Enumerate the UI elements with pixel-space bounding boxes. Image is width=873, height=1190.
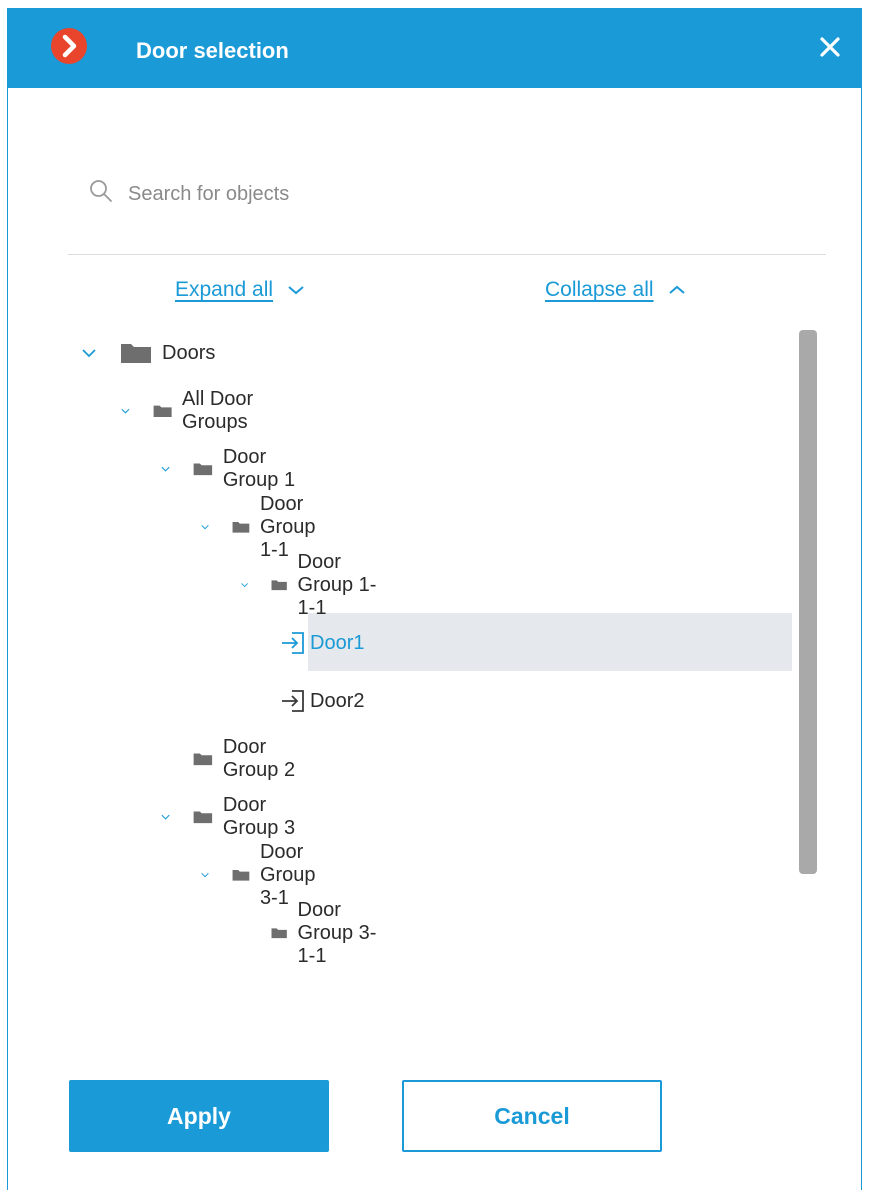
tree-item-label: Door Group 1-1-1 xyxy=(297,550,377,619)
tree-item-label: All Door Groups xyxy=(182,388,254,433)
folder-icon xyxy=(232,521,250,533)
cancel-button[interactable]: Cancel xyxy=(402,1080,662,1152)
door-enter-icon xyxy=(282,690,304,712)
tree-folder-item[interactable]: Door Group 1-1-1 xyxy=(240,551,378,619)
tree-item-label: Door Group 1 xyxy=(222,446,296,491)
tree-item-label: Door Group 3-1-1 xyxy=(297,898,377,967)
chevron-down-icon[interactable] xyxy=(120,402,131,420)
folder-icon xyxy=(193,811,213,824)
folder-icon xyxy=(193,753,213,766)
collapse-all-label: Collapse all xyxy=(545,278,654,301)
apply-button[interactable]: Apply xyxy=(69,1080,329,1152)
chevron-down-icon[interactable] xyxy=(160,460,171,478)
chevron-down-icon xyxy=(288,286,304,295)
tree-folder-item[interactable]: All Door Groups xyxy=(120,388,268,433)
app-logo-icon xyxy=(51,28,87,64)
tree-door-item[interactable]: Door2 xyxy=(280,679,364,723)
chevron-down-icon[interactable] xyxy=(160,808,171,826)
tree-folder-item[interactable]: Door Group 3-1 xyxy=(200,841,338,909)
folder-icon xyxy=(271,580,288,591)
selected-row-highlight xyxy=(308,613,792,671)
tree-folder-item[interactable]: Door Group 1 xyxy=(160,446,298,491)
tree-folder-item[interactable]: Door Group 3-1-1 xyxy=(240,899,378,967)
tree-door-item[interactable]: Door1 xyxy=(280,621,364,665)
title-bar: Door selection xyxy=(8,8,861,88)
expand-all-label: Expand all xyxy=(175,278,274,301)
expand-all-link[interactable]: Expand all xyxy=(175,278,305,302)
search-input[interactable] xyxy=(126,176,650,212)
collapse-all-link[interactable]: Collapse all xyxy=(545,278,686,302)
close-icon[interactable] xyxy=(817,34,843,60)
chevron-up-icon xyxy=(668,285,685,294)
tree-item-label: Door1 xyxy=(310,631,365,654)
tree-item-label: Door Group 3 xyxy=(222,794,296,839)
chevron-down-icon[interactable] xyxy=(80,344,98,362)
folder-icon xyxy=(232,869,250,881)
chevron-down-icon[interactable] xyxy=(200,866,210,884)
chevron-down-icon[interactable] xyxy=(240,576,249,594)
tree-folder-item[interactable]: Door Group 3 xyxy=(160,794,298,839)
folder-icon xyxy=(153,405,172,418)
tree-folder-item[interactable]: Door Group 1-1 xyxy=(200,493,338,561)
search-icon xyxy=(90,180,112,202)
folder-icon xyxy=(193,463,213,476)
folder-icon xyxy=(121,344,151,363)
door-enter-icon xyxy=(282,632,304,654)
search-box xyxy=(88,176,688,216)
tree-folder-item[interactable]: Doors xyxy=(80,331,215,375)
tree-item-label: Door2 xyxy=(310,689,365,712)
tree-item-label: Doors xyxy=(162,341,216,364)
chevron-down-icon[interactable] xyxy=(200,518,210,536)
door-selection-dialog: Door selection Expand all Collapse all D… xyxy=(7,8,862,1190)
dialog-title: Door selection xyxy=(136,38,289,63)
tree-scrollbar[interactable] xyxy=(799,330,817,874)
tree-item-label: Door Group 2 xyxy=(222,736,296,781)
folder-icon xyxy=(271,928,288,939)
tree-folder-item[interactable]: Door Group 2 xyxy=(160,736,298,781)
divider xyxy=(68,254,826,255)
